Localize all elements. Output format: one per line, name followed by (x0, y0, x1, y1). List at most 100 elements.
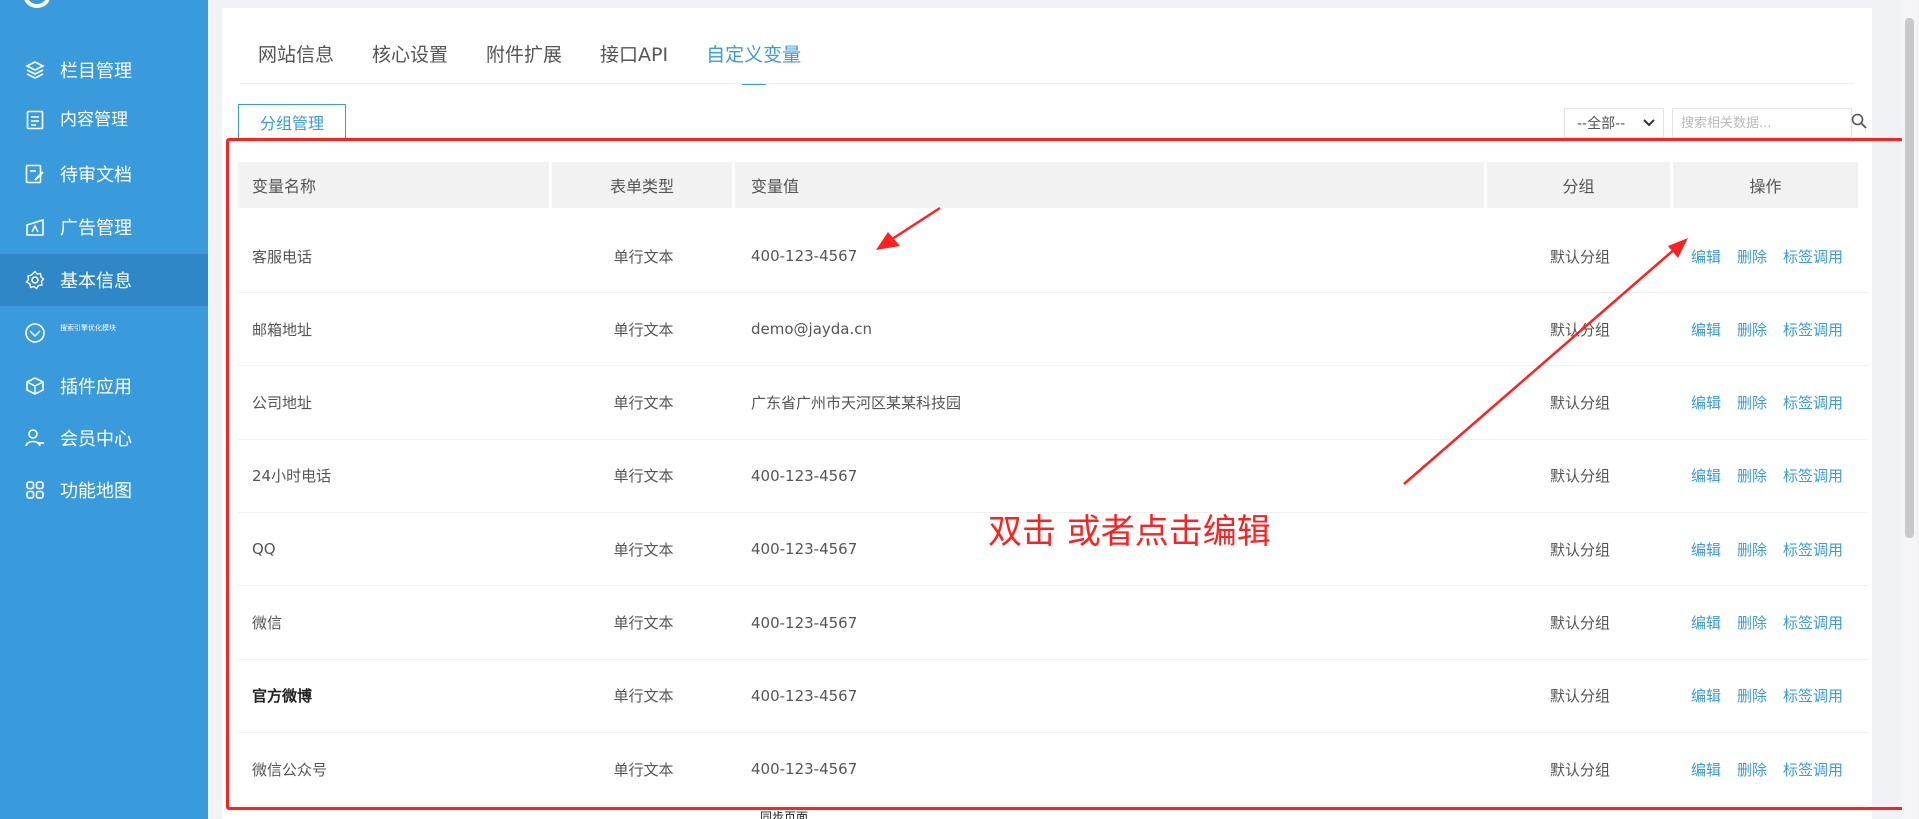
table-row[interactable]: 微信 单行文本 400-123-4567 默认分组 编辑 删除 标签调用 (238, 587, 1868, 660)
cell-variable-name: 微信 (252, 614, 283, 632)
cell-variable-value: 400-123-4567 (751, 466, 858, 485)
tab-site-info[interactable]: 网站信息 (258, 40, 334, 85)
delete-button[interactable]: 删除 (1737, 687, 1767, 705)
layers-icon (24, 59, 46, 81)
cell-actions: 编辑 删除 标签调用 (1673, 392, 1861, 413)
table-row[interactable]: 客服电话 单行文本 400-123-4567 默认分组 编辑 删除 标签调用 (238, 220, 1868, 293)
tab-attachment[interactable]: 附件扩展 (486, 40, 562, 85)
sidebar-item-label: 基本信息 (60, 271, 132, 292)
cell-group: 默认分组 (1549, 467, 1610, 486)
cell-group: 默认分组 (1549, 540, 1610, 559)
sidebar-item-column[interactable]: 栏目管理 (0, 44, 208, 96)
cell-actions: 编辑 删除 标签调用 (1673, 539, 1861, 560)
tag-call-button[interactable]: 标签调用 (1783, 321, 1843, 339)
tab-bar: 网站信息 核心设置 附件扩展 接口API 自定义变量 (258, 40, 839, 85)
ad-icon (24, 216, 46, 238)
tag-call-button[interactable]: 标签调用 (1783, 467, 1843, 485)
cell-group: 默认分组 (1549, 247, 1610, 266)
sidebar-item-content[interactable]: 内容管理 (0, 94, 208, 146)
cell-variable-name: 邮箱地址 (252, 320, 313, 339)
sidebar-item-label: 插件应用 (60, 377, 132, 398)
tag-call-button[interactable]: 标签调用 (1783, 541, 1843, 559)
edit-button[interactable]: 编辑 (1691, 761, 1721, 779)
edit-button[interactable]: 编辑 (1691, 321, 1721, 339)
delete-button[interactable]: 删除 (1737, 248, 1767, 266)
table-row[interactable]: 微信公众号 单行文本 400-123-4567 默认分组 编辑 删除 标签调用 (238, 733, 1868, 807)
cell-actions: 编辑 删除 标签调用 (1673, 465, 1861, 486)
cell-actions: 编辑 删除 标签调用 (1673, 319, 1861, 340)
chevron-down-icon (1643, 115, 1655, 131)
cell-group: 默认分组 (1549, 320, 1610, 339)
cell-variable-name: 公司地址 (252, 394, 313, 413)
tab-core-settings[interactable]: 核心设置 (372, 40, 448, 85)
scrollbar-thumb[interactable] (1905, 18, 1914, 538)
cell-variable-name: 24小时电话 (252, 467, 332, 486)
sidebar-item-label: 栏目管理 (60, 61, 132, 82)
bottom-text-fragment: 同步页面 (760, 810, 809, 819)
sidebar-item-label: 功能地图 (60, 481, 132, 502)
edit-button[interactable]: 编辑 (1691, 248, 1721, 266)
table-row[interactable]: 邮箱地址 单行文本 demo@jayda.cn 默认分组 编辑 删除 标签调用 (238, 293, 1868, 367)
delete-button[interactable]: 删除 (1737, 394, 1767, 412)
tag-call-button[interactable]: 标签调用 (1783, 248, 1843, 266)
edit-doc-icon (24, 163, 46, 185)
delete-button[interactable]: 删除 (1737, 541, 1767, 559)
tag-call-button[interactable]: 标签调用 (1783, 614, 1843, 632)
plugin-icon (24, 375, 46, 397)
sidebar-item-ads[interactable]: 广告管理 (0, 201, 208, 253)
sidebar-item-function-map[interactable]: 功能地图 (0, 464, 208, 516)
sidebar-item-label: 搜索引擎优化模块 (60, 324, 116, 332)
cell-variable-name: 客服电话 (252, 247, 313, 266)
cell-variable-value: 广东省广州市天河区某某科技园 (751, 394, 962, 413)
cell-group: 默认分组 (1549, 760, 1610, 779)
table-row[interactable]: 24小时电话 单行文本 400-123-4567 默认分组 编辑 删除 标签调用 (238, 440, 1868, 513)
cell-variable-name: 官方微博 (252, 687, 313, 706)
sidebar-item-members[interactable]: 会员中心 (0, 412, 208, 464)
delete-button[interactable]: 删除 (1737, 321, 1767, 339)
group-filter-select[interactable]: --全部-- (1564, 108, 1664, 138)
cell-group: 默认分组 (1549, 687, 1610, 706)
sidebar: 栏目管理 内容管理 待审文档 广告管理 基本信息 搜索引擎优化模块 插件应用 会… (0, 0, 208, 819)
delete-button[interactable]: 删除 (1737, 614, 1767, 632)
cell-form-type: 单行文本 (613, 540, 674, 559)
sidebar-item-label: 会员中心 (60, 429, 132, 450)
search-icon[interactable] (1851, 113, 1867, 133)
cell-actions: 编辑 删除 标签调用 (1673, 612, 1861, 633)
main-panel: 网站信息 核心设置 附件扩展 接口API 自定义变量 分组管理 --全部-- 变… (222, 8, 1872, 819)
document-icon (24, 109, 46, 131)
tag-call-button[interactable]: 标签调用 (1783, 394, 1843, 412)
tag-call-button[interactable]: 标签调用 (1783, 761, 1843, 779)
edit-button[interactable]: 编辑 (1691, 687, 1721, 705)
gear-icon (24, 269, 46, 291)
sidebar-item-plugins[interactable]: 插件应用 (0, 360, 208, 412)
edit-button[interactable]: 编辑 (1691, 394, 1721, 412)
cell-form-type: 单行文本 (613, 467, 674, 486)
cell-actions: 编辑 删除 标签调用 (1673, 759, 1861, 780)
edit-button[interactable]: 编辑 (1691, 467, 1721, 485)
delete-button[interactable]: 删除 (1737, 761, 1767, 779)
header-form-type: 表单类型 (552, 162, 732, 208)
grid-icon (24, 479, 46, 501)
select-value: --全部-- (1577, 116, 1626, 132)
edit-button[interactable]: 编辑 (1691, 541, 1721, 559)
page-scrollbar[interactable] (1902, 0, 1917, 819)
edit-button[interactable]: 编辑 (1691, 614, 1721, 632)
tag-call-button[interactable]: 标签调用 (1783, 687, 1843, 705)
sidebar-item-basic-info[interactable]: 基本信息 (0, 254, 208, 306)
cell-form-type: 单行文本 (613, 614, 674, 632)
cell-group: 默认分组 (1549, 614, 1610, 632)
tab-api[interactable]: 接口API (600, 40, 668, 85)
logo-icon (24, 0, 50, 8)
delete-button[interactable]: 删除 (1737, 467, 1767, 485)
search-box (1672, 108, 1867, 138)
cell-variable-value: demo@jayda.cn (751, 320, 873, 339)
search-input[interactable] (1681, 115, 1851, 131)
group-manage-button[interactable]: 分组管理 (238, 104, 346, 140)
sidebar-item-pending[interactable]: 待审文档 (0, 148, 208, 200)
cell-group: 默认分组 (1549, 394, 1610, 413)
table-row[interactable]: 官方微博 单行文本 400-123-4567 默认分组 编辑 删除 标签调用 (238, 660, 1868, 733)
sidebar-item-seo[interactable]: 搜索引擎优化模块 (0, 307, 208, 359)
table-row[interactable]: 公司地址 单行文本 广东省广州市天河区某某科技园 默认分组 编辑 删除 标签调用 (238, 367, 1868, 440)
tab-custom-variables[interactable]: 自定义变量 (706, 40, 801, 85)
cell-variable-value: 400-123-4567 (751, 613, 858, 632)
